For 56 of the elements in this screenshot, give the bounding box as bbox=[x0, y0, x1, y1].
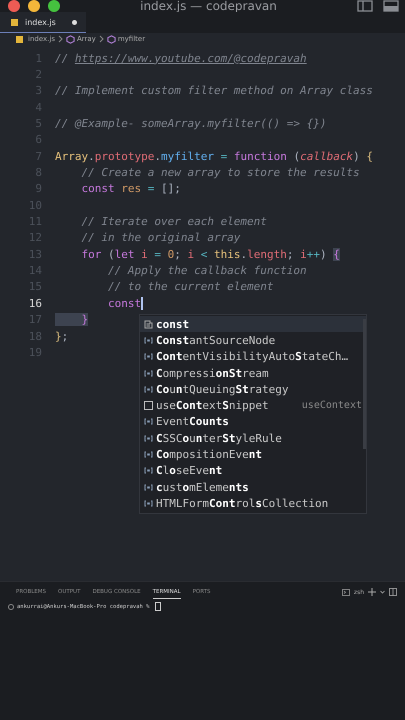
cube-icon bbox=[106, 34, 116, 44]
terminal-cursor bbox=[155, 602, 162, 611]
add-icon[interactable] bbox=[368, 588, 376, 596]
panel-toggle-icon[interactable] bbox=[382, 0, 399, 12]
variable-icon bbox=[144, 500, 153, 507]
suggestion-item[interactable]: CountQueuingStrategy bbox=[140, 381, 366, 398]
variable-icon bbox=[144, 386, 153, 393]
line-number: 16 bbox=[28, 296, 43, 310]
suggestion-item[interactable]: ConstantSourceNode bbox=[140, 332, 366, 349]
code-line: const bbox=[106, 296, 142, 310]
split-icon[interactable] bbox=[389, 588, 397, 596]
code-line: const res = []; bbox=[80, 182, 181, 196]
code-line: Array.prototype.myfilter = function (callback) { bbox=[55, 150, 373, 163]
variable-icon bbox=[144, 451, 153, 458]
sidebar-toggle-icon[interactable] bbox=[356, 0, 373, 12]
suggestion-item[interactable]: customElements bbox=[140, 478, 366, 496]
suggestion-item[interactable]: CSSCounterStyleRule bbox=[140, 430, 366, 446]
variable-icon bbox=[144, 467, 153, 474]
code-line: // to the current element bbox=[106, 280, 274, 294]
code-line: // Iterate over each element bbox=[80, 215, 267, 228]
maximize-button[interactable] bbox=[48, 0, 60, 12]
variable-icon bbox=[144, 353, 153, 360]
variable-icon bbox=[144, 484, 153, 491]
variable-icon bbox=[144, 434, 153, 442]
editor-tab[interactable]: index.js bbox=[0, 12, 86, 33]
code-line: // in the original array bbox=[80, 231, 240, 244]
variable-icon bbox=[144, 336, 153, 344]
code-line: // Apply the callback function bbox=[106, 264, 307, 278]
suggestion-item[interactable]: ContentVisibilityAutoStateCh… bbox=[140, 348, 366, 365]
status-circle-icon bbox=[8, 604, 14, 610]
suggestion-item[interactable]: CompositionEvent bbox=[140, 446, 366, 463]
cube-icon bbox=[66, 34, 75, 44]
text-cursor bbox=[141, 296, 143, 310]
code-line: }; bbox=[55, 330, 68, 343]
code-line: // Create a new array to store the results bbox=[80, 166, 360, 180]
chevron-icon bbox=[98, 35, 104, 43]
code-line: // https://www.youtube.com/@codepravah bbox=[55, 52, 307, 65]
terminal-icon bbox=[342, 588, 350, 596]
snippet-icon bbox=[144, 401, 153, 410]
variable-icon bbox=[144, 418, 153, 426]
suggestion-item[interactable]: CompressionStream bbox=[140, 364, 366, 382]
suggestion-detail: useContext bbox=[302, 400, 362, 412]
minimize-button[interactable] bbox=[28, 0, 40, 12]
chevron-icon bbox=[58, 35, 63, 43]
code-line: // @Example- someArray.myfilter(() => {}) bbox=[55, 117, 327, 130]
keyword-icon bbox=[144, 320, 153, 329]
code-line: // Implement custom filter method on Array class bbox=[55, 84, 373, 98]
suggestion-item[interactable]: const bbox=[140, 316, 366, 332]
suggestion-item[interactable]: EventCounts bbox=[140, 414, 366, 430]
code-line: for (let i = 0; i < this.length; i++) { bbox=[80, 248, 340, 261]
caret-icon[interactable] bbox=[380, 590, 385, 594]
suggestion-item[interactable]: HTMLFormControlsCollection bbox=[140, 495, 366, 512]
suggestion-item[interactable]: CloseEvent bbox=[140, 462, 366, 479]
variable-icon bbox=[144, 370, 153, 377]
close-button[interactable] bbox=[8, 0, 20, 12]
suggestion-item[interactable]: useContextSnippet useContext bbox=[140, 397, 366, 414]
